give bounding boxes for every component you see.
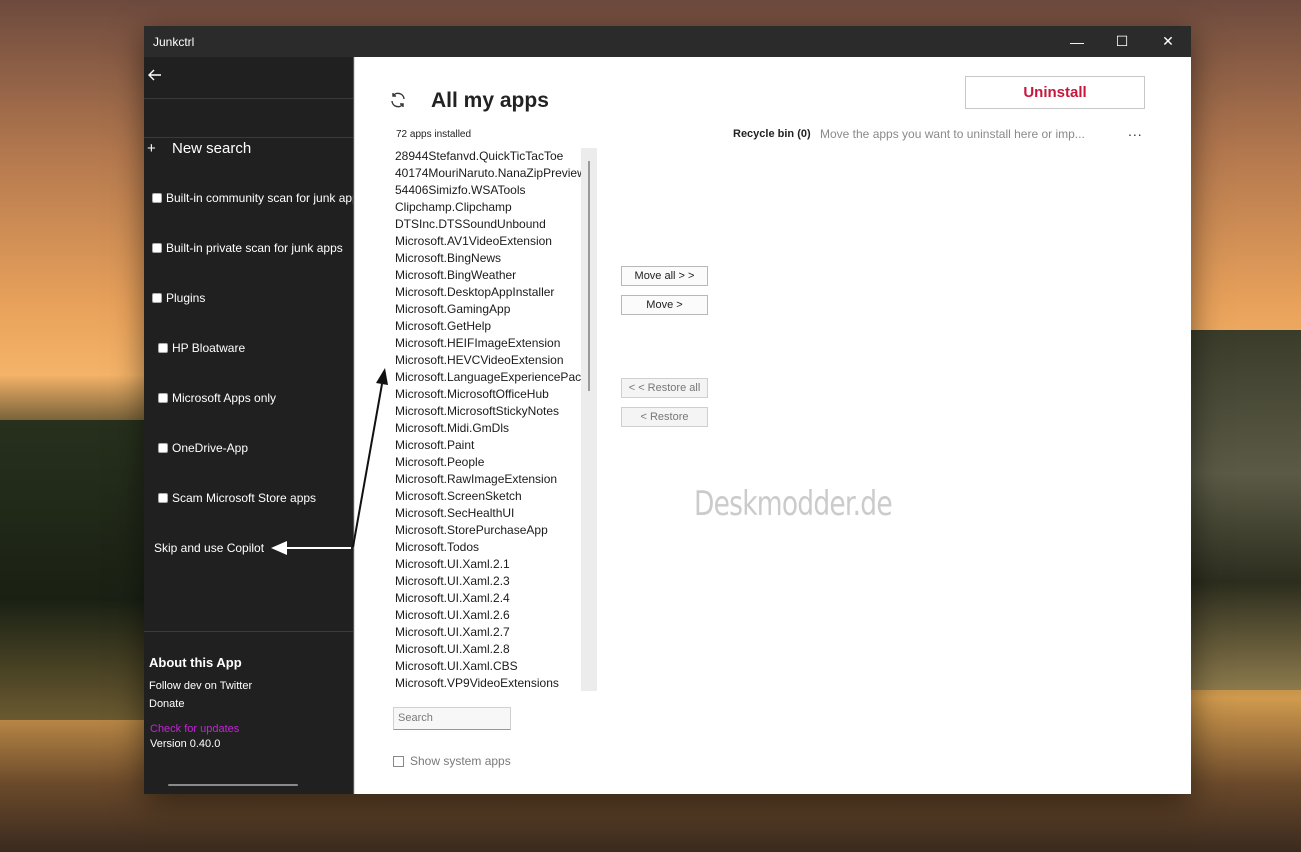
arrow-left-icon — [148, 69, 161, 81]
app-list-item[interactable]: Microsoft.MicrosoftOfficeHub — [393, 386, 583, 403]
back-button[interactable] — [147, 67, 167, 85]
restore-button[interactable]: < Restore — [621, 407, 708, 427]
checkbox[interactable] — [152, 193, 162, 203]
app-list-item[interactable]: DTSInc.DTSSoundUnbound — [393, 216, 583, 233]
app-list-item[interactable]: Microsoft.VP9VideoExtensions — [393, 675, 583, 691]
checkbox[interactable] — [158, 493, 168, 503]
app-list-item[interactable]: Microsoft.UI.Xaml.2.1 — [393, 556, 583, 573]
search-input[interactable]: Search — [393, 707, 511, 730]
app-list-item[interactable]: Microsoft.UI.Xaml.2.6 — [393, 607, 583, 624]
app-list-item[interactable]: Microsoft.MicrosoftStickyNotes — [393, 403, 583, 420]
option-label: Microsoft Apps only — [172, 391, 277, 405]
plus-icon: + — [147, 140, 156, 157]
option-community-scan[interactable]: Built-in community scan for junk apps — [152, 191, 365, 205]
app-list-item[interactable]: Microsoft.BingWeather — [393, 267, 583, 284]
sidebar-divider — [144, 137, 353, 138]
minimize-button[interactable]: — — [1054, 26, 1100, 57]
app-list-item[interactable]: 54406Simizfo.WSATools — [393, 182, 583, 199]
option-private-scan[interactable]: Built-in private scan for junk apps — [152, 241, 343, 255]
app-list-item[interactable]: Microsoft.RawImageExtension — [393, 471, 583, 488]
option-onedrive[interactable]: OneDrive-App — [158, 441, 248, 455]
wallpaper-cliff-right — [1181, 330, 1301, 690]
page-title: All my apps — [431, 89, 549, 112]
wallpaper-forest-left — [0, 420, 150, 720]
app-items: 28944Stefanvd.QuickTicTacToe 40174MouriNa… — [393, 148, 598, 691]
new-search-label: New search — [172, 140, 252, 157]
option-label: Plugins — [166, 291, 206, 305]
app-list-item[interactable]: Microsoft.HEIFImageExtension — [393, 335, 583, 352]
app-list-item[interactable]: Microsoft.LanguageExperiencePack — [393, 369, 583, 386]
app-list-item[interactable]: Microsoft.Midi.GmDls — [393, 420, 583, 437]
app-list-item[interactable]: 40174MouriNaruto.NanaZipPreview — [393, 165, 583, 182]
app-list-item[interactable]: Microsoft.BingNews — [393, 250, 583, 267]
app-list-item[interactable]: Microsoft.HEVCVideoExtension — [393, 352, 583, 369]
app-list-item[interactable]: Microsoft.UI.Xaml.2.8 — [393, 641, 583, 658]
app-list-item[interactable]: Microsoft.Paint — [393, 437, 583, 454]
option-hp-bloatware[interactable]: HP Bloatware — [158, 341, 245, 355]
pane-splitter[interactable] — [353, 57, 355, 794]
app-list-item[interactable]: Microsoft.UI.Xaml.2.7 — [393, 624, 583, 641]
option-plugins[interactable]: Plugins — [152, 291, 205, 305]
show-system-apps-label: Show system apps — [410, 754, 511, 768]
title-bar: Junkctrl — ☐ ✕ — [144, 26, 1191, 57]
app-list-item[interactable]: Microsoft.Todos — [393, 539, 583, 556]
app-list-item[interactable]: Microsoft.UI.Xaml.2.4 — [393, 590, 583, 607]
close-button[interactable]: ✕ — [1145, 26, 1191, 57]
follow-twitter-link[interactable]: Follow dev on Twitter — [149, 680, 252, 692]
app-list-item[interactable]: Microsoft.GamingApp — [393, 301, 583, 318]
option-label: Scam Microsoft Store apps — [172, 491, 317, 505]
app-list-item[interactable]: Microsoft.People — [393, 454, 583, 471]
restore-all-button[interactable]: < < Restore all — [621, 378, 708, 398]
sidebar: + New search Built-in community scan for… — [144, 57, 365, 794]
checkbox[interactable] — [158, 343, 168, 353]
sidebar-divider — [144, 631, 353, 632]
app-list-item[interactable]: 28944Stefanvd.QuickTicTacToe — [393, 148, 583, 165]
move-button[interactable]: Move > — [621, 295, 708, 315]
option-microsoft-apps[interactable]: Microsoft Apps only — [158, 391, 276, 405]
app-list-item[interactable]: Microsoft.GetHelp — [393, 318, 583, 335]
watermark: Deskmodder.de — [694, 484, 893, 524]
sidebar-divider — [144, 98, 353, 99]
app-list-item[interactable]: Microsoft.UI.Xaml.CBS — [393, 658, 583, 675]
recycle-bin-label: Recycle bin (0) — [733, 128, 811, 140]
app-list-item[interactable]: Clipchamp.Clipchamp — [393, 199, 583, 216]
show-system-apps-toggle[interactable]: Show system apps — [393, 754, 511, 768]
version-label: Version 0.40.0 — [150, 738, 221, 750]
checkbox[interactable] — [393, 755, 404, 767]
app-list-item[interactable]: Microsoft.ScreenSketch — [393, 488, 583, 505]
donate-link[interactable]: Donate — [149, 698, 184, 710]
list-scrollbar-thumb[interactable] — [588, 161, 590, 391]
more-options-icon[interactable]: ... — [1128, 123, 1143, 139]
app-list-item[interactable]: Microsoft.SecHealthUI — [393, 505, 583, 522]
app-list-item[interactable]: Microsoft.UI.Xaml.2.3 — [393, 573, 583, 590]
refresh-icon[interactable] — [389, 91, 407, 109]
skip-copilot-link[interactable]: Skip and use Copilot — [154, 541, 264, 555]
about-title: About this App — [149, 655, 242, 670]
move-all-button[interactable]: Move all > > — [621, 266, 708, 286]
installed-apps-list[interactable]: 28944Stefanvd.QuickTicTacToe 40174MouriNa… — [393, 148, 598, 691]
checkbox[interactable] — [152, 243, 162, 253]
app-list-item[interactable]: Microsoft.AV1VideoExtension — [393, 233, 583, 250]
app-window: Junkctrl — ☐ ✕ + New search Built-in com… — [144, 26, 1191, 794]
sidebar-scrollbar[interactable] — [168, 784, 298, 786]
checkbox[interactable] — [158, 393, 168, 403]
app-list-item[interactable]: Microsoft.DesktopAppInstaller — [393, 284, 583, 301]
recycle-bin-hint: Move the apps you want to uninstall here… — [820, 127, 1085, 141]
check-updates-link[interactable]: Check for updates — [150, 723, 239, 735]
maximize-button[interactable]: ☐ — [1099, 26, 1145, 57]
window-title: Junkctrl — [153, 35, 195, 49]
uninstall-button[interactable]: Uninstall — [965, 76, 1145, 109]
option-label: OneDrive-App — [172, 441, 249, 455]
app-list-item[interactable]: Microsoft.StorePurchaseApp — [393, 522, 583, 539]
option-label: HP Bloatware — [172, 341, 246, 355]
option-label: Built-in community scan for junk apps — [166, 191, 365, 205]
option-scam-store[interactable]: Scam Microsoft Store apps — [158, 491, 316, 505]
option-label: Built-in private scan for junk apps — [166, 241, 343, 255]
installed-count: 72 apps installed — [396, 129, 472, 140]
checkbox[interactable] — [152, 293, 162, 303]
checkbox[interactable] — [158, 443, 168, 453]
